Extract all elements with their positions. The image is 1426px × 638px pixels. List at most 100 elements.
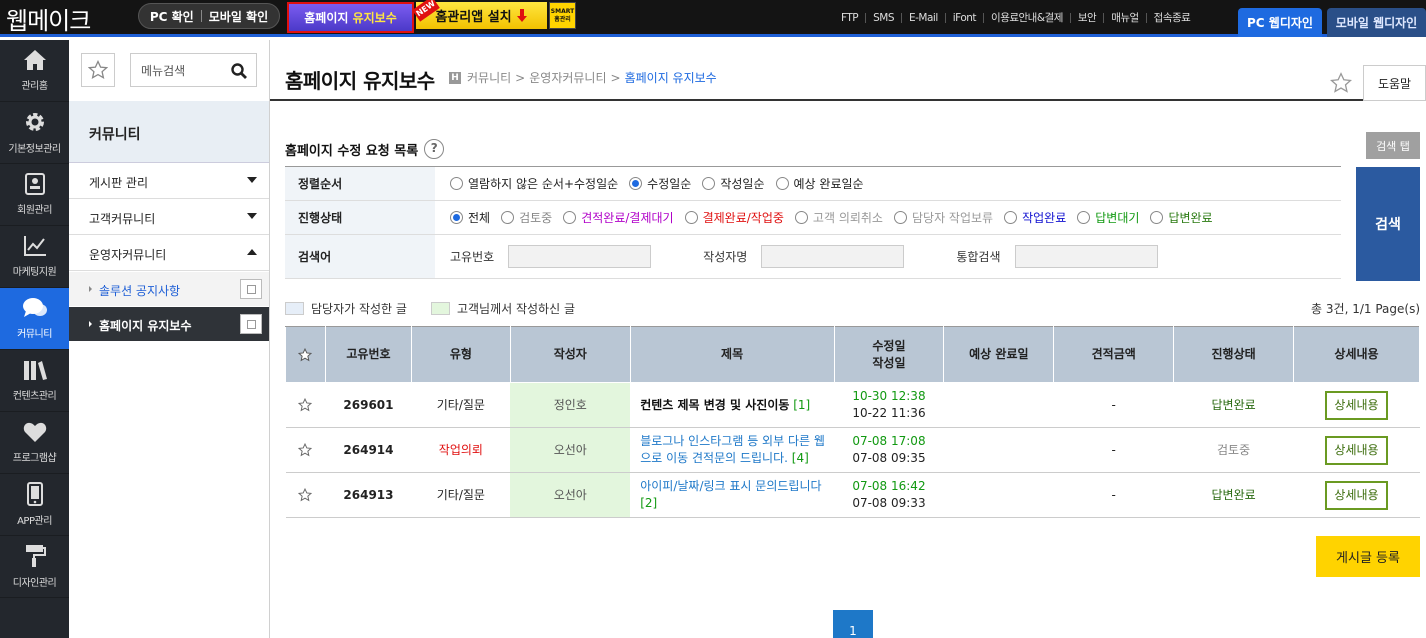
cell-title[interactable]: 아이피/날짜/링크 표시 문의드립니다 [2] (630, 472, 834, 518)
radio-button[interactable] (1150, 211, 1164, 224)
sub-item-homepage-maintenance[interactable]: 홈페이지 유지보수 (69, 307, 269, 341)
nav-item-label: 관리홈 (21, 81, 48, 92)
keyword-label: 검색어 (285, 235, 435, 278)
sort-option-modified[interactable]: 수정일순 (629, 175, 691, 192)
top-link-ifont[interactable]: iFont (946, 12, 983, 24)
sub-menu-operator-community[interactable]: 운영자커뮤니티 (69, 235, 269, 271)
top-link-security[interactable]: 보안 (1071, 10, 1103, 25)
sort-option-created[interactable]: 작성일순 (702, 175, 765, 192)
top-link-logout[interactable]: 접속종료 (1147, 10, 1198, 25)
top-link-manual[interactable]: 매뉴얼 (1104, 10, 1145, 25)
open-popup-icon[interactable] (240, 314, 262, 334)
sub-menu-customer-community[interactable]: 고객커뮤니티 (69, 199, 269, 235)
register-post-button[interactable]: 게시글 등록 (1316, 536, 1420, 577)
mobile-web-design-tab[interactable]: 모바일 웹디자인 (1327, 8, 1426, 37)
integrated-search-input[interactable] (1014, 245, 1158, 268)
sort-options: 열람하지 않은 순서+수정일순 수정일순 작성일순 예상 완료일순 (450, 167, 875, 200)
home-h-icon: H (449, 71, 461, 84)
section-title: 홈페이지 수정 요청 목록 ? (285, 139, 445, 159)
radio-button[interactable] (893, 211, 907, 224)
result-count: 총 3건, 1/1 Page(s) (1311, 302, 1420, 316)
status-option-answer-done[interactable]: 답변완료 (1150, 209, 1213, 226)
row-star[interactable] (285, 382, 326, 428)
homepage-maintenance-button[interactable]: 홈페이지 유지보수 (287, 2, 414, 33)
search-icon[interactable] (231, 63, 247, 79)
radio-button[interactable] (501, 211, 515, 224)
radio-button[interactable] (563, 211, 577, 224)
sub-item-solution-notice[interactable]: 솔루션 공지사항 (69, 272, 269, 306)
nav-item-community[interactable]: 커뮤니티 (0, 288, 69, 350)
author-input[interactable] (761, 245, 905, 268)
nav-item-program-shop[interactable]: 프로그램샵 (0, 412, 69, 474)
radio-button-selected[interactable] (629, 177, 643, 190)
question-icon[interactable]: ? (424, 139, 445, 159)
status-option-quote-done[interactable]: 견적완료/결제대기 (563, 209, 674, 226)
status-option-answer-wait[interactable]: 답변대기 (1077, 209, 1139, 226)
keyword-fields: 고유번호 작성자명 통합검색 (450, 235, 1210, 278)
mobile-check-button[interactable]: 모바일 확인 (202, 8, 275, 25)
pagination-page-current[interactable]: 1 (833, 610, 873, 638)
radio-button[interactable] (702, 177, 716, 190)
cell-title[interactable]: 컨텐츠 제목 변경 및 사진이동 [1] (630, 382, 834, 428)
status-option-paid-working[interactable]: 결제완료/작업중 (684, 209, 784, 226)
nav-item-label: 마케팅지원 (12, 267, 57, 278)
id-input[interactable] (508, 245, 652, 268)
row-star[interactable] (285, 472, 326, 518)
menu-search-input[interactable] (141, 62, 223, 80)
main-content: 홈페이지 유지보수 H 커뮤니티 > 운영자커뮤니티 > 홈페이지 유지보수 도… (270, 40, 1426, 638)
sub-item-label: 솔루션 공지사항 (99, 284, 181, 298)
help-button[interactable]: 도움말 (1363, 65, 1426, 101)
title-link[interactable]: 아이피/날짜/링크 표시 문의드립니다 (640, 479, 821, 493)
nav-item-admin-home[interactable]: 관리홈 (0, 40, 69, 102)
nav-item-marketing[interactable]: 마케팅지원 (0, 226, 69, 288)
nav-item-basic-info[interactable]: 기본정보관리 (0, 102, 69, 164)
top-link-billing[interactable]: 이용료안내&결제 (984, 10, 1070, 25)
breadcrumb-item[interactable]: 커뮤니티 (467, 69, 511, 86)
top-link-ftp[interactable]: FTP (834, 12, 865, 24)
radio-button[interactable] (450, 177, 463, 190)
status-option-all[interactable]: 전체 (450, 209, 490, 226)
detail-button[interactable]: 상세내용 (1325, 480, 1388, 510)
title-link[interactable]: 컨텐츠 제목 변경 및 사진이동 (640, 398, 789, 412)
top-link-email[interactable]: E-Mail (902, 12, 945, 24)
search-tab-button[interactable]: 검색 탭 (1366, 132, 1420, 159)
top-link-sms[interactable]: SMS (866, 12, 901, 24)
pc-web-design-tab[interactable]: PC 웹디자인 (1238, 8, 1322, 37)
nav-item-members[interactable]: 회원관리 (0, 164, 69, 226)
detail-button[interactable]: 상세내용 (1325, 390, 1388, 420)
nav-item-app[interactable]: APP관리 (0, 474, 69, 536)
radio-button[interactable] (684, 211, 698, 224)
radio-button[interactable] (775, 177, 789, 190)
radio-button[interactable] (794, 211, 808, 224)
header-star[interactable] (285, 326, 326, 383)
radio-button[interactable] (1004, 211, 1018, 224)
status-option-work-done[interactable]: 작업완료 (1004, 209, 1066, 226)
favorite-button[interactable] (81, 53, 115, 87)
detail-button[interactable]: 상세내용 (1325, 435, 1388, 465)
cell-title[interactable]: 블로그나 인스타그램 등 외부 다른 웹으로 이동 견적문의 드립니다. [4] (630, 427, 834, 473)
logo[interactable]: 웹메이크 (6, 1, 91, 36)
nav-item-contents[interactable]: 컨텐츠관리 (0, 350, 69, 412)
integrated-search-label: 통합검색 (956, 250, 1001, 264)
radio-button[interactable] (1077, 211, 1091, 224)
nav-item-design[interactable]: 디자인관리 (0, 536, 69, 598)
option-label: 작업완료 (1022, 211, 1067, 225)
bullet-icon (89, 321, 92, 327)
status-option-reviewing[interactable]: 검토중 (501, 209, 552, 226)
legend-customer-label: 고객님께서 작성하신 글 (456, 302, 575, 316)
search-button[interactable]: 검색 (1356, 167, 1420, 281)
open-popup-icon[interactable] (240, 279, 262, 299)
smart-badge[interactable]: SMART 홈관리 (549, 2, 576, 29)
preview-toggle: PC 확인 모바일 확인 (138, 3, 280, 29)
status-option-customer-cancel[interactable]: 고객 의뢰취소 (794, 209, 883, 226)
homepage-maintenance-prefix: 홈페이지 (304, 11, 349, 25)
row-star[interactable] (285, 427, 326, 473)
status-option-staff-hold[interactable]: 담당자 작업보류 (893, 209, 993, 226)
radio-button-selected[interactable] (450, 211, 463, 224)
sort-option-unread-modified[interactable]: 열람하지 않은 순서+수정일순 (450, 175, 618, 192)
sort-option-expected[interactable]: 예상 완료일순 (775, 175, 864, 192)
star-icon[interactable] (1330, 72, 1352, 94)
sub-menu-board-management[interactable]: 게시판 관리 (69, 163, 269, 199)
breadcrumb-item[interactable]: 운영자커뮤니티 (529, 69, 606, 86)
pc-check-button[interactable]: PC 확인 (143, 8, 201, 25)
